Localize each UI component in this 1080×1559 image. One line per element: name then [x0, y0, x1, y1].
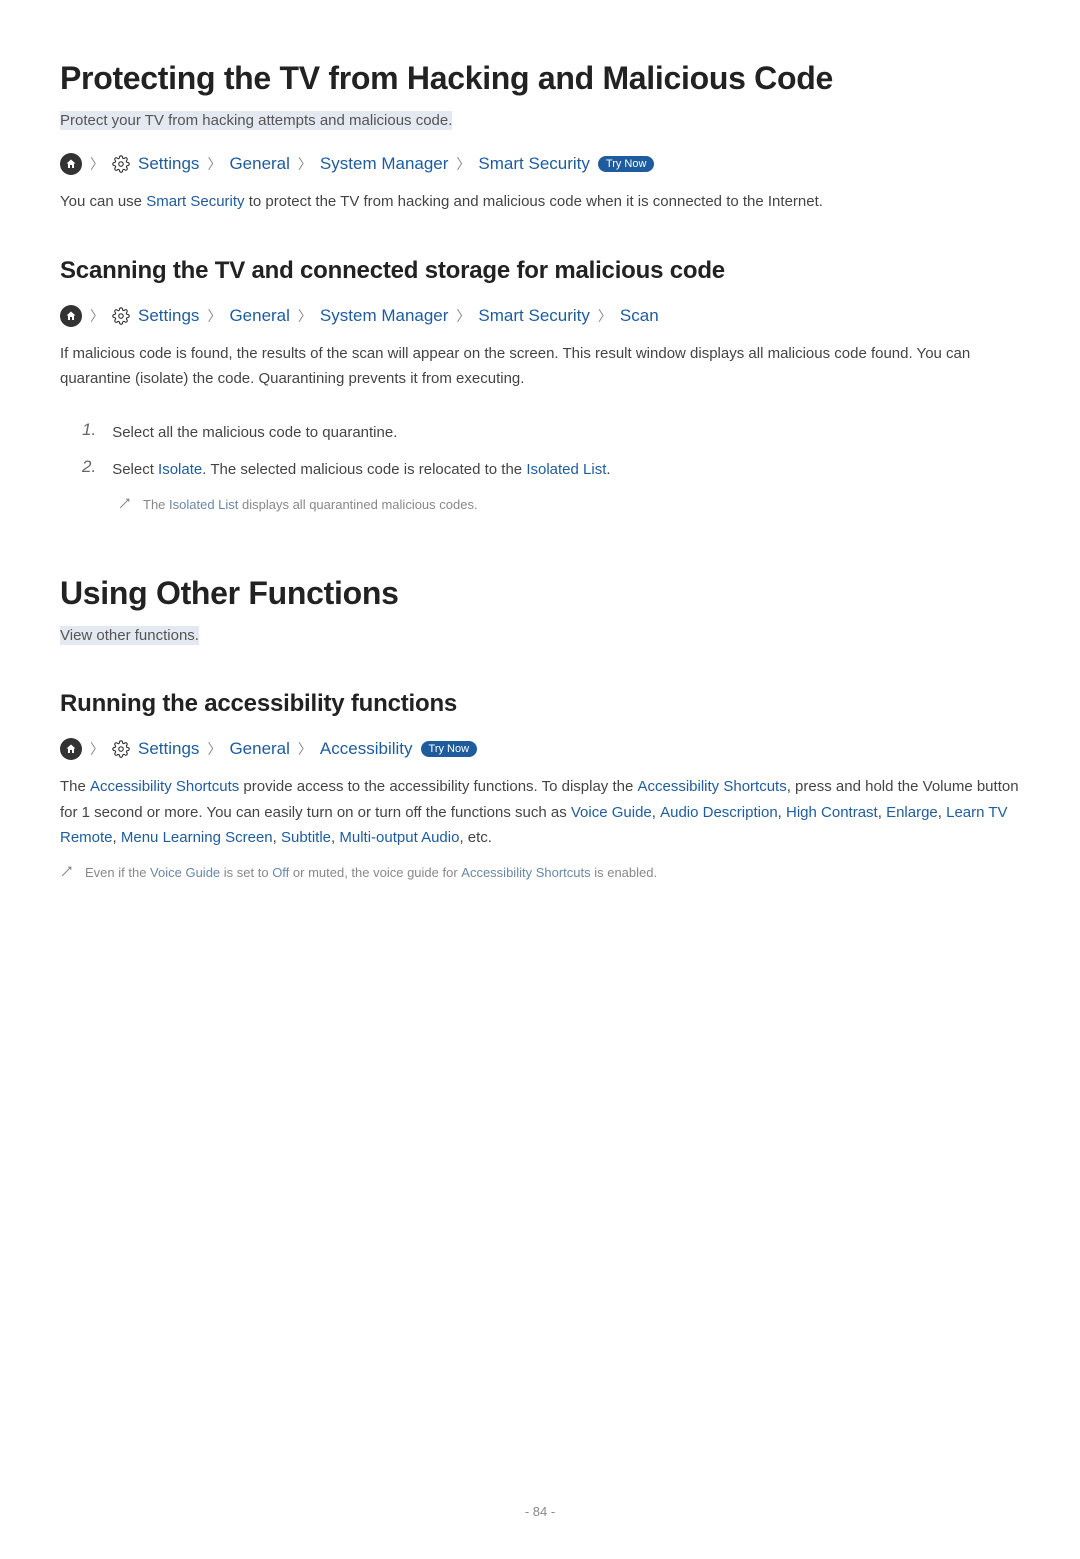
step-number-1: 1.	[82, 420, 96, 440]
chevron-icon: 〉	[207, 154, 221, 174]
accessibility-shortcuts-link[interactable]: Accessibility Shortcuts	[90, 778, 239, 795]
subtitle-2: View other functions.	[60, 626, 199, 645]
step-text-2: Select Isolate. The selected malicious c…	[112, 457, 610, 483]
chevron-icon: 〉	[90, 306, 104, 326]
chevron-icon: 〉	[456, 306, 470, 326]
chevron-icon: 〉	[90, 154, 104, 174]
page-title-1: Protecting the TV from Hacking and Malic…	[60, 60, 1020, 97]
isolated-list-note-link[interactable]: Isolated List	[169, 497, 238, 512]
chevron-icon: 〉	[90, 739, 104, 759]
settings-icon[interactable]	[112, 740, 130, 758]
body-paragraph-1: You can use Smart Security to protect th…	[60, 189, 1020, 215]
page-title-2: Using Other Functions	[60, 575, 1020, 612]
isolated-list-link[interactable]: Isolated List	[526, 461, 606, 478]
voice-guide-link[interactable]: Voice Guide	[571, 804, 652, 821]
subtitle-1: Protect your TV from hacking attempts an…	[60, 111, 452, 130]
section-heading-1: Scanning the TV and connected storage fo…	[60, 257, 1020, 285]
chevron-icon: 〉	[298, 154, 312, 174]
page-number: - 84 -	[60, 1504, 1020, 1519]
body-paragraph-3: The Accessibility Shortcuts provide acce…	[60, 774, 1020, 851]
crumb-settings[interactable]: Settings	[138, 306, 199, 326]
note-text-1: The Isolated List displays all quarantin…	[143, 495, 478, 516]
chevron-icon: 〉	[598, 306, 612, 326]
crumb-settings[interactable]: Settings	[138, 739, 199, 759]
crumb-general[interactable]: General	[229, 739, 289, 759]
crumb-smart-security[interactable]: Smart Security	[478, 154, 589, 174]
smart-security-link[interactable]: Smart Security	[146, 193, 244, 210]
subtitle-link[interactable]: Subtitle	[281, 829, 331, 846]
step-text-1: Select all the malicious code to quarant…	[112, 420, 397, 446]
crumb-accessibility[interactable]: Accessibility	[320, 739, 413, 759]
audio-description-link[interactable]: Audio Description	[660, 804, 778, 821]
voice-guide-note-link[interactable]: Voice Guide	[150, 865, 220, 880]
note-2: Even if the Voice Guide is set to Off or…	[60, 863, 1020, 884]
try-now-button[interactable]: Try Now	[598, 156, 655, 172]
step-number-2: 2.	[82, 457, 96, 477]
menu-learning-screen-link[interactable]: Menu Learning Screen	[121, 829, 273, 846]
chevron-icon: 〉	[207, 739, 221, 759]
step-2: 2. Select Isolate. The selected maliciou…	[60, 457, 1020, 483]
home-icon[interactable]	[60, 738, 82, 760]
crumb-scan[interactable]: Scan	[620, 306, 659, 326]
note-icon	[118, 497, 131, 513]
off-note-link[interactable]: Off	[272, 865, 289, 880]
breadcrumb-2: 〉 Settings 〉 General 〉 System Manager 〉 …	[60, 305, 1020, 327]
crumb-system-manager[interactable]: System Manager	[320, 154, 449, 174]
isolate-link[interactable]: Isolate	[158, 461, 202, 478]
crumb-smart-security[interactable]: Smart Security	[478, 306, 589, 326]
multi-output-audio-link[interactable]: Multi-output Audio	[339, 829, 459, 846]
settings-icon[interactable]	[112, 155, 130, 173]
body-paragraph-2: If malicious code is found, the results …	[60, 341, 1020, 392]
crumb-general[interactable]: General	[229, 306, 289, 326]
settings-icon[interactable]	[112, 307, 130, 325]
step-1: 1. Select all the malicious code to quar…	[60, 420, 1020, 446]
breadcrumb-3: 〉 Settings 〉 General 〉 Accessibility Try…	[60, 738, 1020, 760]
accessibility-shortcuts-link-2[interactable]: Accessibility Shortcuts	[638, 778, 787, 795]
high-contrast-link[interactable]: High Contrast	[786, 804, 878, 821]
section-heading-2: Running the accessibility functions	[60, 690, 1020, 718]
note-icon	[60, 865, 73, 881]
chevron-icon: 〉	[456, 154, 470, 174]
home-icon[interactable]	[60, 153, 82, 175]
crumb-system-manager[interactable]: System Manager	[320, 306, 449, 326]
note-text-2: Even if the Voice Guide is set to Off or…	[85, 863, 657, 884]
try-now-button[interactable]: Try Now	[421, 741, 478, 757]
note-1: The Isolated List displays all quarantin…	[60, 495, 1020, 516]
crumb-settings[interactable]: Settings	[138, 154, 199, 174]
enlarge-link[interactable]: Enlarge	[886, 804, 938, 821]
chevron-icon: 〉	[207, 306, 221, 326]
chevron-icon: 〉	[298, 306, 312, 326]
crumb-general[interactable]: General	[229, 154, 289, 174]
accessibility-shortcuts-note-link[interactable]: Accessibility Shortcuts	[461, 865, 590, 880]
home-icon[interactable]	[60, 305, 82, 327]
chevron-icon: 〉	[298, 739, 312, 759]
breadcrumb-1: 〉 Settings 〉 General 〉 System Manager 〉 …	[60, 153, 1020, 175]
